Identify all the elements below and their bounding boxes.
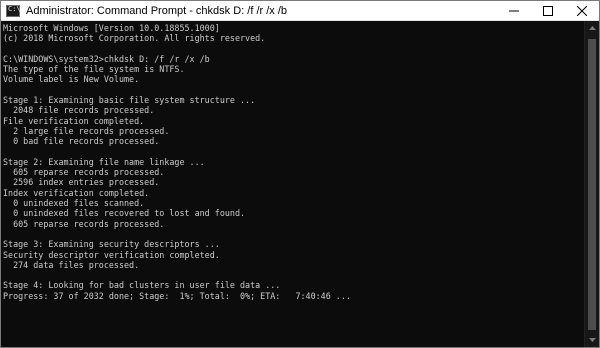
console-line: 605 reparse records processed. (3, 218, 165, 229)
console-line: 0 bad file records processed. (3, 136, 160, 147)
icon-text: C:\ (8, 4, 21, 13)
minimize-button[interactable] (497, 1, 531, 21)
maximize-button[interactable] (531, 1, 565, 21)
vertical-scrollbar[interactable] (584, 21, 599, 347)
console-output[interactable]: Microsoft Windows [Version 10.0.18855.10… (1, 21, 585, 347)
console-line: File verification completed. (3, 115, 145, 126)
console-line: Index verification completed. (3, 187, 150, 198)
console-line: Progress: 37 of 2032 done; Stage: 1%; To… (3, 290, 351, 301)
console-line: 2 large file records processed. (3, 125, 170, 136)
console-line: Stage 4: Looking for bad clusters in use… (3, 280, 281, 291)
console-line: Stage 2: Examining file name linkage ... (3, 156, 205, 167)
console-line: Microsoft Windows [Version 10.0.18855.10… (3, 23, 220, 33)
minimize-icon (509, 10, 519, 12)
console-line: C:\WINDOWS\system32>chkdsk D: /f /r /x /… (3, 53, 210, 64)
console-line: 0 unindexed files scanned. (3, 198, 145, 209)
console-line: The type of the file system is NTFS. (3, 64, 185, 75)
console-line: Security descriptor verification complet… (3, 249, 220, 260)
scrollbar-thumb[interactable] (588, 39, 596, 330)
console-line: Stage 1: Examining basic file system str… (3, 95, 256, 106)
command-prompt-icon[interactable]: C:\ (6, 4, 21, 17)
close-button[interactable] (565, 1, 599, 21)
console-line: 0 unindexed files recovered to lost and … (3, 208, 246, 219)
console-line: (c) 2018 Microsoft Corporation. All righ… (3, 33, 266, 44)
console-line: Volume label is New Volume. (3, 74, 140, 85)
command-prompt-window: C:\ Administrator: Command Prompt - chkd… (0, 0, 600, 348)
maximize-icon (543, 6, 553, 16)
close-icon (577, 6, 587, 16)
scroll-up-button[interactable] (585, 21, 599, 35)
console-line: 605 reparse records processed. (3, 167, 165, 178)
window-title: Administrator: Command Prompt - chkdsk D… (26, 4, 288, 17)
console-line: 2048 file records processed. (3, 105, 155, 116)
title-bar[interactable]: C:\ Administrator: Command Prompt - chkd… (1, 1, 599, 21)
window-controls (497, 1, 599, 20)
console-line: 274 data files processed. (3, 259, 140, 270)
chevron-down-icon (588, 338, 596, 342)
scroll-down-button[interactable] (585, 333, 599, 347)
console-line: 2596 index entries processed. (3, 177, 160, 188)
console-line: Stage 3: Examining security descriptors … (3, 239, 220, 250)
chevron-up-icon (588, 26, 596, 30)
